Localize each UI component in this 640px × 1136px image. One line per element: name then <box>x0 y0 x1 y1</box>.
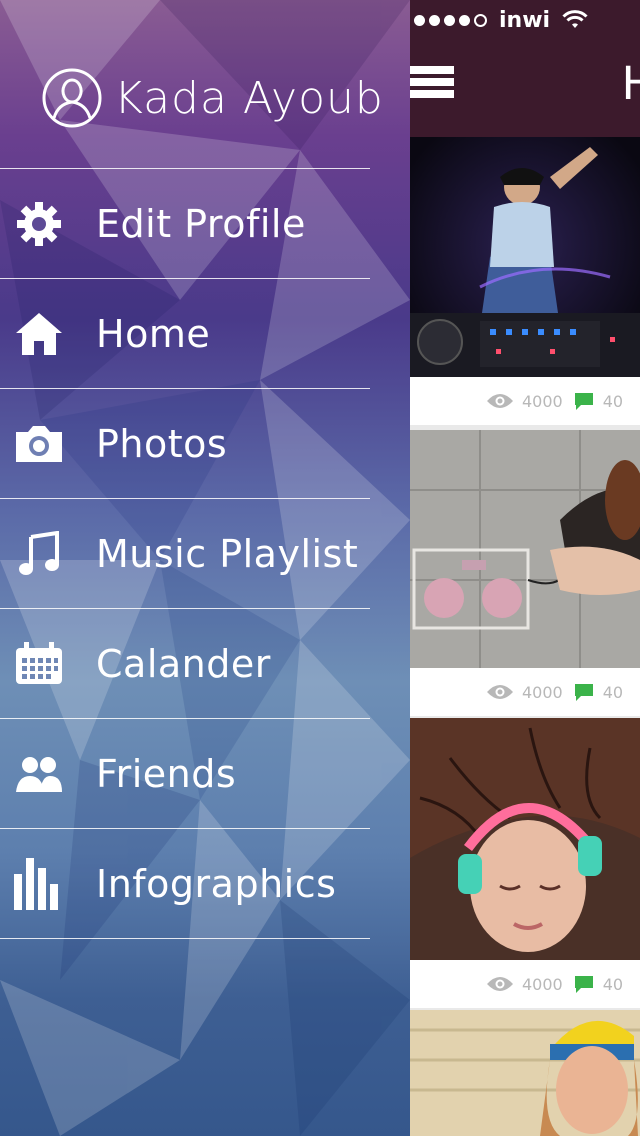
girl-headphones-illustration <box>410 718 640 960</box>
menu-item-label: Infographics <box>96 861 337 906</box>
main-screen: inwi H 4000 40 4000 40 4000 40 <box>410 0 640 1136</box>
views-count: 4000 <box>522 682 563 702</box>
feed-photo <box>410 137 640 377</box>
feed-photo <box>410 1010 640 1136</box>
status-bar: inwi <box>414 6 588 34</box>
camera-icon <box>14 419 64 469</box>
feed-photo <box>410 718 640 960</box>
card-stats: 4000 40 <box>410 377 640 425</box>
menu-item-label: Friends <box>96 751 237 796</box>
eye-icon <box>487 685 513 699</box>
feed-card[interactable]: 4000 40 <box>410 430 640 716</box>
menu-item-label: Home <box>96 311 211 356</box>
home-icon <box>14 309 64 359</box>
eye-icon <box>487 977 513 991</box>
menu-item-label: Calander <box>96 641 271 686</box>
chalk-boombox-illustration <box>410 430 640 668</box>
menu-item-friends[interactable]: Friends <box>0 718 370 828</box>
feed-photo <box>410 430 640 668</box>
menu-item-photos[interactable]: Photos <box>0 388 370 498</box>
comment-icon <box>574 393 593 410</box>
gear-icon <box>14 199 64 249</box>
menu-item-infographics[interactable]: Infographics <box>0 828 370 939</box>
comments-count: 40 <box>602 682 624 702</box>
card-stats: 4000 40 <box>410 668 640 716</box>
menu-item-label: Edit Profile <box>96 201 306 246</box>
comments-count: 40 <box>602 391 624 411</box>
feed-card[interactable]: 4000 40 <box>410 718 640 1008</box>
bar-chart-icon <box>14 857 64 910</box>
carrier-name: inwi <box>499 7 551 33</box>
user-avatar-icon <box>42 68 102 128</box>
menu-item-edit-profile[interactable]: Edit Profile <box>0 168 370 278</box>
feed-card[interactable] <box>410 1010 640 1136</box>
hamburger-menu-icon[interactable] <box>410 66 454 106</box>
comment-icon <box>574 684 593 701</box>
signal-dots <box>414 13 487 27</box>
drawer-menu: Edit Profile Home Photos Music Playlist … <box>0 168 370 939</box>
comment-icon <box>574 976 593 993</box>
music-note-icon <box>14 529 64 579</box>
views-count: 4000 <box>522 391 563 411</box>
comments-count: 40 <box>602 974 624 994</box>
views-count: 4000 <box>522 974 563 994</box>
dj-photo-illustration <box>410 137 640 377</box>
side-drawer: Kada Ayoub Edit Profile Home Photos Musi… <box>0 0 410 1136</box>
menu-item-music-playlist[interactable]: Music Playlist <box>0 498 370 608</box>
profile-header[interactable]: Kada Ayoub <box>42 68 384 128</box>
wifi-icon <box>562 10 588 28</box>
calendar-icon <box>14 639 64 689</box>
menu-item-label: Music Playlist <box>96 531 359 576</box>
girl-yellow-beanie-illustration <box>410 1010 640 1136</box>
feed-card[interactable]: 4000 40 <box>410 137 640 425</box>
eye-icon <box>487 394 513 408</box>
menu-item-label: Photos <box>96 421 228 466</box>
menu-item-calendar[interactable]: Calander <box>0 608 370 718</box>
user-name: Kada Ayoub <box>114 72 384 124</box>
main-header: inwi H <box>410 0 640 137</box>
page-title-fragment: H <box>622 57 640 110</box>
friends-icon <box>14 749 64 799</box>
menu-item-home[interactable]: Home <box>0 278 370 388</box>
card-stats: 4000 40 <box>410 960 640 1008</box>
